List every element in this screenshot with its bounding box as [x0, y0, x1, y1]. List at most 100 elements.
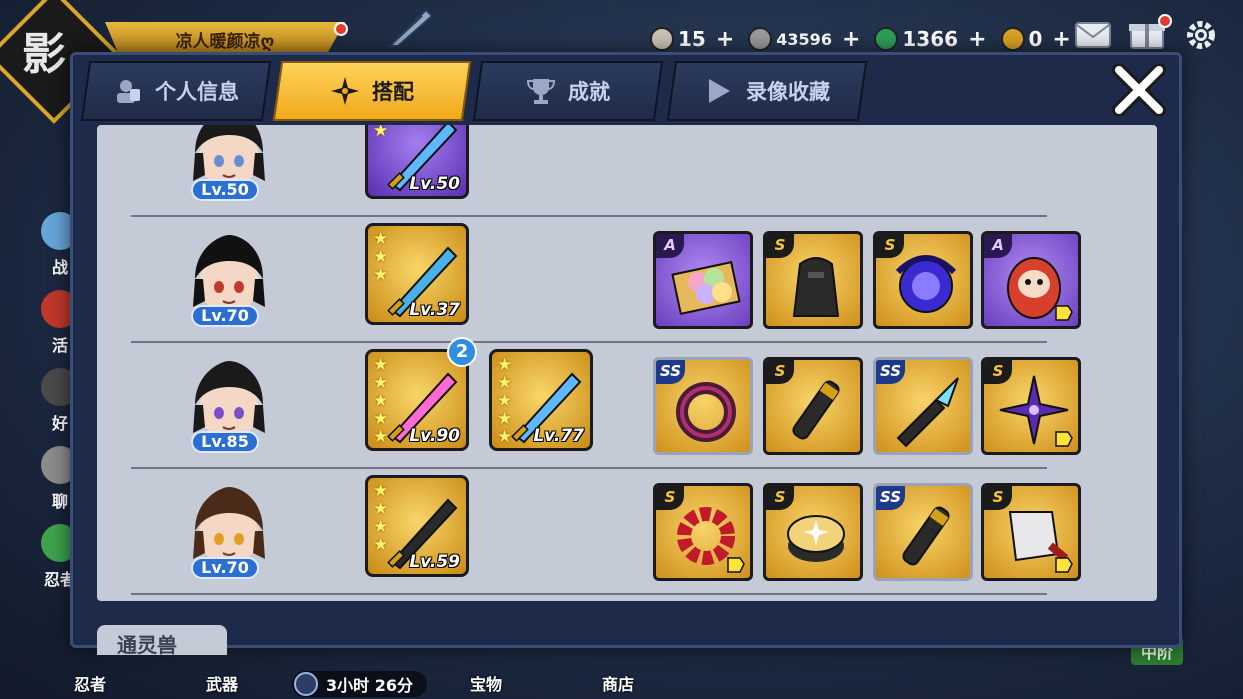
- treasure-slot[interactable]: SS: [653, 357, 753, 455]
- treasure-slot[interactable]: S: [653, 483, 753, 581]
- gear-icon[interactable]: [1183, 20, 1219, 50]
- close-button[interactable]: [1109, 61, 1169, 119]
- ninja-loadout-row: Lv.70 ★ ★ ★ Lv.37 A S S A: [97, 217, 1157, 343]
- coin-icon: [748, 27, 773, 51]
- feather-icon[interactable]: [386, 6, 436, 50]
- star-icon: ★: [497, 355, 513, 375]
- profile-icon: [113, 76, 143, 106]
- add-currency-button[interactable]: +: [716, 27, 734, 52]
- set-bonus-icon: [1055, 557, 1073, 573]
- star-icon: ★: [373, 355, 389, 375]
- weapon-slot[interactable]: ★ ★ ★ ★ Lv.59: [365, 475, 469, 577]
- close-icon: [1112, 64, 1166, 116]
- star-icon: ★: [373, 247, 389, 267]
- weapon-level: Lv.37: [409, 300, 460, 320]
- treasure-slot[interactable]: SS: [873, 357, 973, 455]
- clock-icon: [294, 672, 318, 696]
- summon-tab[interactable]: 通灵兽: [97, 625, 227, 655]
- treasure-slot[interactable]: S: [763, 357, 863, 455]
- player-name-banner[interactable]: 凉人暖颜凉ღ: [105, 22, 345, 56]
- side-menu-label: 好: [51, 414, 68, 433]
- ninja-level-badge: Lv.85: [191, 431, 259, 453]
- nav-treasure[interactable]: 宝物: [470, 671, 502, 695]
- set-bonus-icon: [1055, 305, 1073, 321]
- kunai-icon: [896, 377, 959, 448]
- weapon-stars: ★ ★ ★: [373, 230, 388, 284]
- tab-label: 个人信息: [155, 80, 239, 104]
- tab-label: 成就: [568, 80, 610, 104]
- weapon-level: Lv.59: [409, 552, 460, 572]
- star-icon: ★: [373, 499, 389, 519]
- tab-achievements[interactable]: 成就: [472, 61, 664, 121]
- treasure-slot[interactable]: S: [873, 231, 973, 329]
- tab-profile[interactable]: 个人信息: [80, 61, 272, 121]
- star-drum-icon: [787, 515, 845, 562]
- currency: 0 +: [1000, 27, 1079, 52]
- tab-label: 搭配: [372, 80, 414, 104]
- nav-weapon[interactable]: 武器: [206, 671, 238, 695]
- set-bonus-icon: [727, 557, 745, 573]
- treasure-slot[interactable]: A: [981, 231, 1081, 329]
- treasure-slot[interactable]: S: [763, 483, 863, 581]
- add-currency-button[interactable]: +: [968, 27, 986, 52]
- set-bonus-icon: [1055, 431, 1073, 447]
- currency-value: 1366: [902, 27, 959, 51]
- star-icon: ★: [373, 427, 389, 447]
- mail-icon[interactable]: [1075, 20, 1111, 50]
- tab-label: 录像收藏: [746, 80, 830, 104]
- side-menu-label: 聊: [51, 492, 68, 511]
- treasure-slot[interactable]: A: [653, 231, 753, 329]
- currency: 15 +: [650, 27, 742, 52]
- weapon-stars: ★ ★ ★ ★ ★: [373, 356, 388, 446]
- ninja-level-badge: Lv.70: [191, 557, 259, 579]
- treasure-slot[interactable]: S: [981, 483, 1081, 581]
- weapon-stars: ★ ★ ★ ★: [373, 482, 388, 554]
- timer-pill: 3小时 26分: [292, 671, 427, 697]
- star-icon: ★: [373, 409, 389, 429]
- nav-ninja[interactable]: 忍者: [74, 671, 106, 695]
- token-icon: [1000, 27, 1025, 51]
- star-icon: ★: [373, 229, 389, 249]
- loadout-list[interactable]: Lv.50 ★★Lv.50 Lv.70 ★★★Lv.37ASSA Lv.85 ★…: [97, 125, 1157, 601]
- guild-emblem-char: 影: [22, 29, 66, 80]
- currency: 1366 +: [874, 27, 994, 52]
- add-currency-button[interactable]: +: [842, 27, 860, 52]
- dark-orb-icon: [895, 255, 957, 313]
- notification-dot: [334, 22, 348, 36]
- tab-replays[interactable]: 录像收藏: [666, 61, 868, 121]
- star-icon: ★: [497, 391, 513, 411]
- star-icon: ★: [373, 265, 389, 285]
- treasure-slot[interactable]: SS: [873, 483, 973, 581]
- scroll-handle-icon: [792, 380, 840, 440]
- side-menu-label: 活: [51, 336, 68, 355]
- treasure-slot[interactable]: S: [763, 231, 863, 329]
- star-icon: ★: [373, 517, 389, 537]
- refine-badge: 2: [447, 337, 477, 367]
- ninja-level-badge: Lv.70: [191, 305, 259, 327]
- weapon-level: Lv.90: [409, 426, 460, 446]
- weapon-slot[interactable]: ★ ★ ★ ★ ★ Lv.77: [489, 349, 593, 451]
- tab-loadout[interactable]: 搭配: [272, 61, 472, 121]
- top-icons: [1075, 20, 1219, 50]
- star-icon: ★: [373, 535, 389, 555]
- treasure-slot[interactable]: S: [981, 357, 1081, 455]
- weapon-level: Lv.77: [533, 426, 584, 446]
- currency: 43596 +: [748, 27, 868, 52]
- add-currency-button[interactable]: +: [1052, 27, 1070, 52]
- weapon-stars: ★★: [373, 125, 388, 140]
- weapon-slot[interactable]: ★ ★ ★ Lv.37: [365, 223, 469, 325]
- star-icon: ★: [373, 481, 389, 501]
- star-icon: ★: [497, 409, 513, 429]
- star-icon: ★: [373, 391, 389, 411]
- currency-value: 15: [678, 27, 706, 51]
- play-icon: [704, 76, 734, 106]
- currency-bar: 15 +43596 +1366 +0 +: [650, 22, 1079, 56]
- currency-value: 43596: [776, 29, 832, 49]
- ninja-armor-icon: [792, 257, 840, 317]
- row-divider: [131, 593, 1047, 595]
- nav-shop[interactable]: 商店: [602, 671, 634, 695]
- dark-ring-icon: [676, 382, 736, 442]
- star-icon: ★: [497, 373, 513, 393]
- star-icon: ★: [373, 373, 389, 393]
- weapon-slot[interactable]: ★★ Lv.50: [365, 125, 469, 199]
